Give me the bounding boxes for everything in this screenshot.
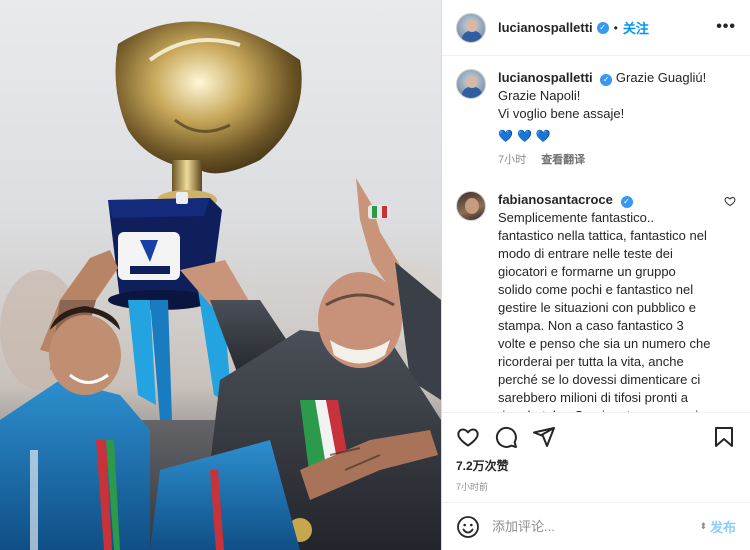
like-heart-icon[interactable] <box>456 425 480 449</box>
comment-item: fabianosantacroce ✓ Semplicemente fantas… <box>456 191 736 412</box>
caption-avatar[interactable] <box>456 69 486 99</box>
blue-hearts-emoji: 💙💙💙 <box>498 129 555 143</box>
commenter-username[interactable]: fabianosantacroce <box>498 192 613 207</box>
more-options-icon[interactable]: ••• <box>716 18 736 36</box>
see-translation-link[interactable]: 查看翻译 <box>541 154 585 166</box>
commenter-avatar[interactable] <box>456 191 486 221</box>
comments-list[interactable]: lucianospalletti ✓ Grazie Guagliú! Grazi… <box>442 57 750 412</box>
caption-username[interactable]: lucianospalletti <box>498 70 593 85</box>
comment-text: Semplicemente fantastico.. fantastico ne… <box>498 210 711 412</box>
post-arrows-icon: ⬍ <box>699 521 707 531</box>
post-comment-button[interactable]: 发布 <box>710 517 736 536</box>
comment-bubble-icon[interactable] <box>494 425 518 449</box>
verified-badge-icon: ✓ <box>620 196 633 208</box>
save-bookmark-icon[interactable] <box>712 425 736 449</box>
trophy-celebration-image <box>0 21 441 550</box>
author-avatar[interactable] <box>456 12 486 43</box>
verified-badge-icon: ✓ <box>600 74 613 86</box>
post-header: lucianospalletti ✓ • 关注 ••• <box>442 0 750 56</box>
caption-time: 7小时 <box>498 154 527 166</box>
caption-line-3: Vi voglio bene assaje! <box>498 106 625 121</box>
post-view: lucianospalletti ✓ • 关注 ••• lucianospall… <box>0 0 750 550</box>
post-photo[interactable] <box>0 0 441 550</box>
caption-line-2: Grazie Napoli! <box>498 88 581 103</box>
add-comment-bar: ⬍ 发布 <box>442 502 750 550</box>
follow-button[interactable]: 关注 <box>623 18 649 37</box>
post-sidebar: lucianospalletti ✓ • 关注 ••• lucianospall… <box>441 0 750 550</box>
post-timestamp: 7小时前 <box>456 482 489 492</box>
separator-dot: • <box>613 20 618 35</box>
comment-input[interactable] <box>492 519 700 534</box>
emoji-smiley-icon[interactable] <box>456 515 480 539</box>
caption: lucianospalletti ✓ Grazie Guagliú! Grazi… <box>456 69 736 169</box>
caption-line-1: Grazie Guagliú! <box>615 70 707 85</box>
author-username[interactable]: lucianospalletti <box>498 20 593 35</box>
comment-like-heart-icon[interactable] <box>724 195 736 207</box>
likes-count[interactable]: 7.2万次赞 <box>456 457 736 474</box>
share-send-icon[interactable] <box>532 425 556 449</box>
verified-badge-icon: ✓ <box>596 21 609 34</box>
